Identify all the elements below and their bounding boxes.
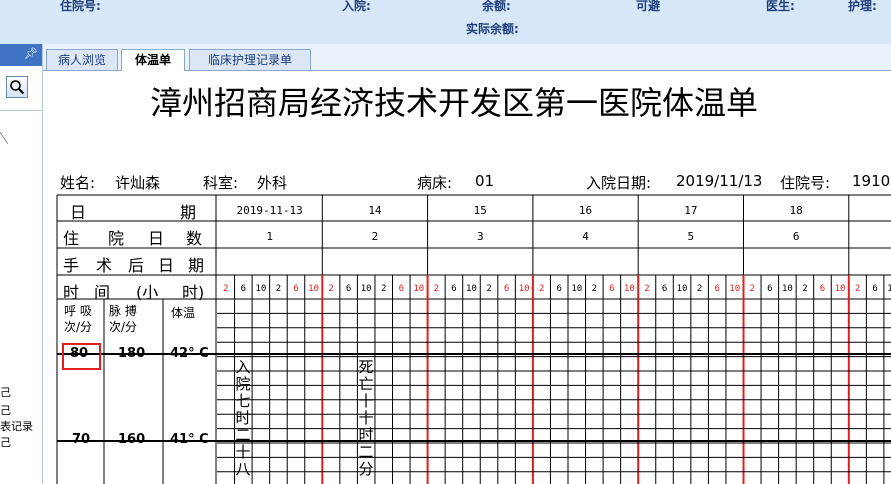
temp-scale-42: 42° C xyxy=(170,346,209,361)
temperature-chart-document xyxy=(43,71,891,484)
tab-strip: 病人浏览 体温单 临床护理记录单 xyxy=(43,44,891,71)
patient-header-bar: 住院号: 入院: 余额: 实际余额: 可避 医生: 护理: xyxy=(0,0,891,45)
row-label-time-2: 间 xyxy=(94,283,111,302)
row-label-date-1: 日 xyxy=(70,203,87,222)
sidebar-item-2[interactable]: 己 xyxy=(0,402,11,418)
pulse-header-1: 脉 搏 xyxy=(109,304,137,318)
dept-label: 科室: xyxy=(203,174,239,192)
tab-nursing-record[interactable]: 临床护理记录单 xyxy=(189,49,311,70)
temp-header: 体温 xyxy=(171,306,196,320)
pulse-scale-160: 160 xyxy=(118,432,146,447)
sidebar-item-4[interactable]: 己 xyxy=(0,434,11,450)
doctor-label: 医生: xyxy=(766,0,795,13)
temp-scale-41: 41° C xyxy=(170,432,209,447)
row-label-date-2: 期 xyxy=(180,203,197,222)
actual-balance-label: 实际余额: xyxy=(466,22,519,36)
admit-label: 入院: xyxy=(342,0,371,13)
admit-date-label: 入院日期: xyxy=(586,174,652,192)
row-label-postop-4: 日 xyxy=(158,256,175,275)
row-label-time-4: 时) xyxy=(182,283,205,302)
tab-temperature-chart[interactable]: 体温单 xyxy=(121,49,185,71)
patient-name-label: 姓名: xyxy=(60,174,96,192)
bed-label: 可避 xyxy=(636,0,661,13)
pulse-header-2: 次/分 xyxy=(109,320,138,334)
bed-value: 01 xyxy=(475,172,495,190)
resp-header-2: 次/分 xyxy=(64,320,93,334)
row-label-hospday-2: 院 xyxy=(108,229,125,248)
row-label-postop-5: 期 xyxy=(188,256,205,275)
row-label-hospday-3: 日 xyxy=(148,229,165,248)
sidebar-divider xyxy=(0,110,42,111)
pulse-scale-180: 180 xyxy=(118,346,146,361)
search-icon xyxy=(10,80,25,95)
resp-scale-70: 70 xyxy=(72,432,91,447)
row-label-hospday-1: 住 xyxy=(63,229,80,248)
pin-icon[interactable]: 📌︎ xyxy=(24,47,38,60)
document-title: 漳州招商局经济技术开发区第一医院体温单 xyxy=(150,84,759,122)
resp-header-1: 呼 吸 xyxy=(64,304,92,318)
sidebar-item-3[interactable]: 表记录 xyxy=(0,418,33,434)
balance-label: 余额: xyxy=(482,0,511,13)
resp-scale-80: 80 xyxy=(70,346,89,361)
admission-no-label: 住院号: xyxy=(60,0,101,13)
inpatient-no-value: 1910 xyxy=(852,172,891,190)
admit-date-value: 2019/11/13 xyxy=(676,172,763,190)
bed-label: 病床: xyxy=(417,174,453,192)
sidebar-item-1[interactable]: 己 xyxy=(0,384,11,400)
patient-name: 许灿森 xyxy=(115,174,161,192)
inpatient-no-label: 住院号: xyxy=(780,174,831,192)
row-label-postop-3: 后 xyxy=(128,256,145,275)
nurse-label: 护理: xyxy=(848,0,877,13)
search-button[interactable] xyxy=(6,76,28,98)
row-label-hospday-4: 数 xyxy=(186,229,203,248)
sidebar-header: 📌︎ xyxy=(0,44,42,66)
sidebar-tree-line xyxy=(0,132,8,145)
row-label-time-1: 时 xyxy=(63,283,80,302)
row-label-postop-1: 手 xyxy=(63,256,80,275)
row-label-time-3: (小 xyxy=(136,283,159,302)
tab-patient-browse[interactable]: 病人浏览 xyxy=(46,49,118,70)
dept-value: 外科 xyxy=(257,174,288,192)
row-label-postop-2: 术 xyxy=(96,256,113,275)
left-sidebar: 📌︎ 己 己 表记录 己 xyxy=(0,44,43,484)
